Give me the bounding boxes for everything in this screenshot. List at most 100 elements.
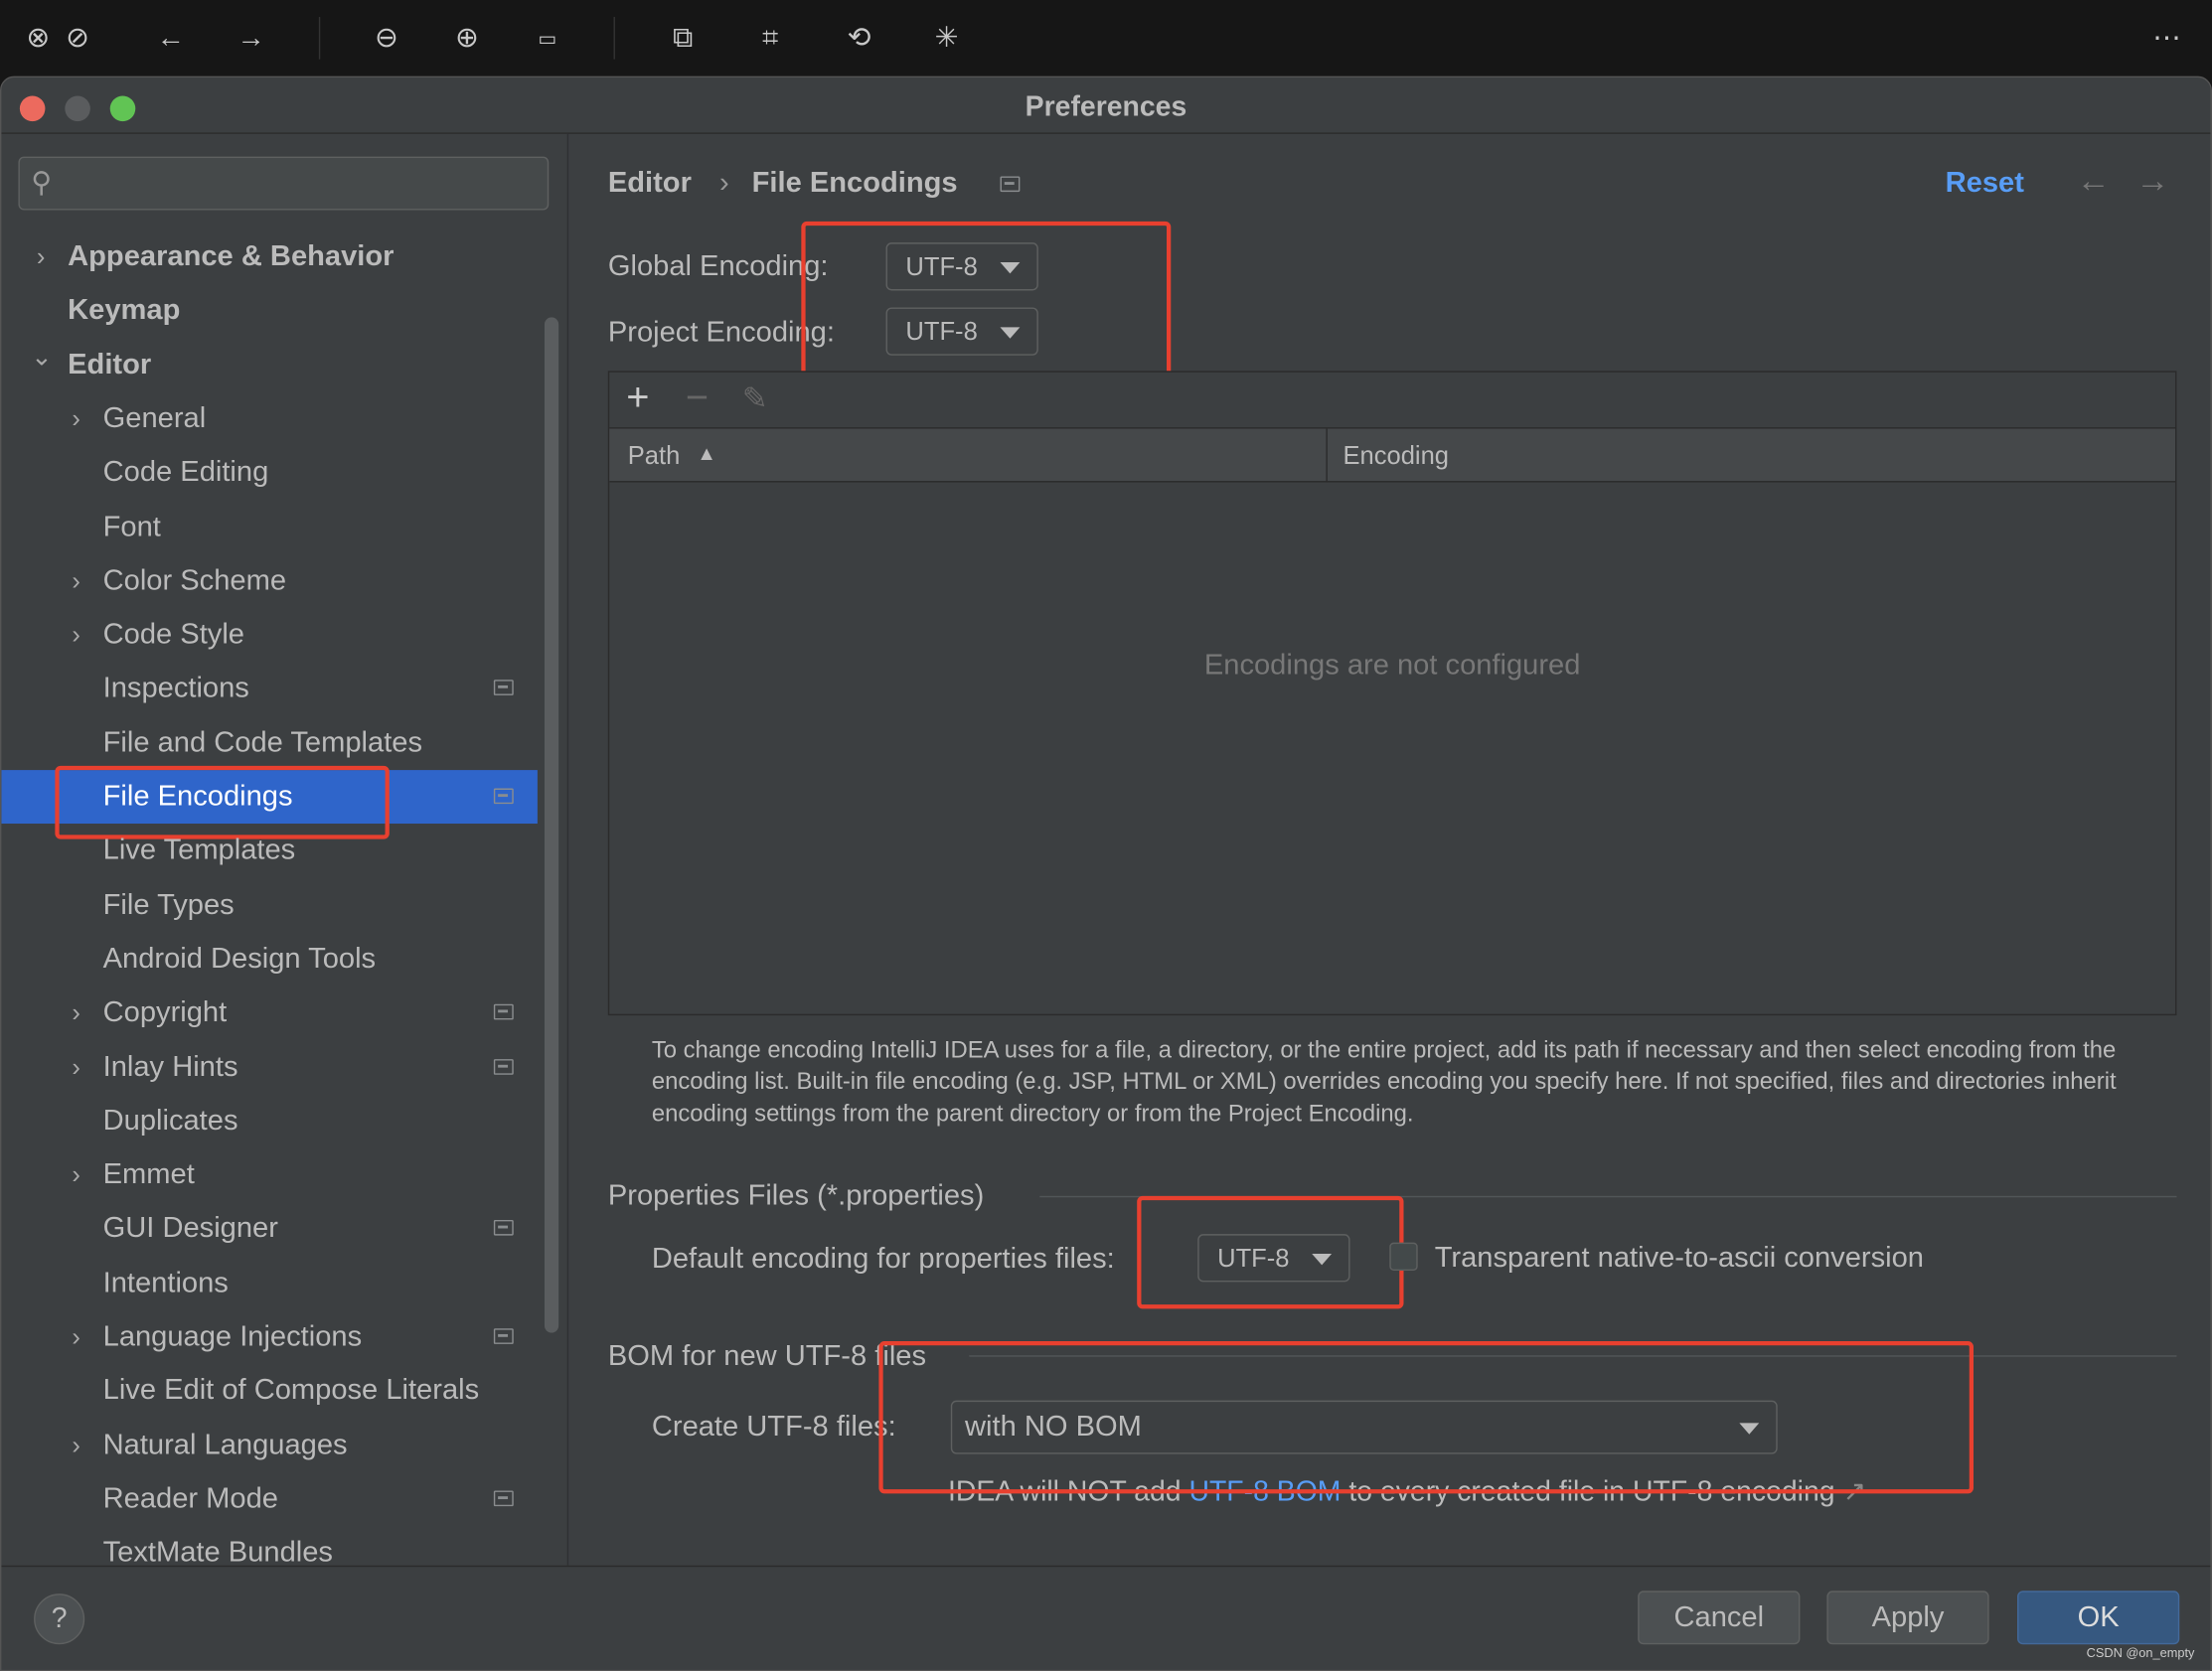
sidebar-item-label: Inspections <box>102 672 249 704</box>
sidebar-item-label: Appearance & Behavior <box>68 239 395 272</box>
sidebar-item-file-types[interactable]: File Types <box>1 878 537 932</box>
file-encodings-panel: Editor › File Encodings Reset ← → Global… <box>570 134 2211 1566</box>
search-input[interactable]: ⚲ <box>18 156 550 211</box>
create-utf8-label: Create UTF-8 files: <box>651 1410 896 1443</box>
translate-icon[interactable]: ⧉ <box>665 20 702 57</box>
sidebar-item-gui-designer[interactable]: GUI Designer <box>1 1202 537 1256</box>
window-title: Preferences <box>1025 91 1187 123</box>
project-scope-icon <box>493 1058 514 1075</box>
apply-button[interactable]: Apply <box>1826 1591 1989 1645</box>
chevron-right-icon[interactable]: › <box>67 554 86 608</box>
chevron-right-icon[interactable]: › <box>67 987 86 1040</box>
sidebar-item-language-injections[interactable]: › Language Injections <box>1 1310 537 1364</box>
sidebar-item-code-editing[interactable]: Code Editing <box>1 446 537 500</box>
sidebar-item-keymap[interactable]: Keymap <box>1 284 537 338</box>
chevron-right-icon[interactable]: › <box>67 608 86 662</box>
sidebar-item-inlay-hints[interactable]: › Inlay Hints <box>1 1040 537 1094</box>
transparent-conversion-label[interactable]: Transparent native-to-ascii conversion <box>1435 1241 1924 1275</box>
sidebar-item-intentions[interactable]: Intentions <box>1 1256 537 1309</box>
breadcrumb-editor[interactable]: Editor <box>608 167 692 201</box>
project-scope-icon <box>493 1328 514 1344</box>
sidebar-item-code-style[interactable]: › Code Style <box>1 608 537 662</box>
sidebar-item-label: File and Code Templates <box>102 725 423 759</box>
sidebar-item-live-edit-of-compose-literals[interactable]: Live Edit of Compose Literals <box>1 1364 537 1418</box>
global-encoding-label: Global Encoding: <box>607 249 829 282</box>
chevron-right-icon[interactable]: › <box>67 1419 86 1472</box>
search-icon: ⚲ <box>31 167 53 200</box>
chevron-right-icon[interactable]: › <box>67 1148 86 1202</box>
sidebar-item-label: Intentions <box>102 1266 229 1299</box>
remove-icon[interactable]: − <box>686 376 709 420</box>
table-header: Path ▲ Encoding <box>609 428 2176 483</box>
sidebar-item-duplicates[interactable]: Duplicates <box>1 1094 537 1147</box>
sidebar-item-label: Color Scheme <box>102 563 287 597</box>
sidebar-item-file-and-code-templates[interactable]: File and Code Templates <box>1 716 537 770</box>
sidebar-item-label: Keymap <box>68 293 181 327</box>
chevron-right-icon[interactable]: › <box>67 1310 86 1364</box>
transparent-conversion-checkbox[interactable] <box>1389 1242 1418 1272</box>
actual-size-icon[interactable]: ▭ <box>529 20 565 57</box>
sidebar-item-label: Emmet <box>102 1157 195 1191</box>
sidebar-item-label: General <box>102 401 207 435</box>
project-scope-icon <box>1000 176 1021 193</box>
zoom-out-icon[interactable]: ⊖ <box>369 20 405 57</box>
add-icon[interactable]: + <box>626 376 649 420</box>
sidebar-item-label: GUI Designer <box>102 1211 278 1245</box>
ok-button[interactable]: OK <box>2017 1591 2180 1645</box>
sidebar-item-live-templates[interactable]: Live Templates <box>1 824 537 877</box>
sidebar-item-label: Duplicates <box>102 1104 238 1137</box>
highlight-box <box>878 1341 1975 1494</box>
sidebar-item-font[interactable]: Font <box>1 500 537 553</box>
reset-link[interactable]: Reset <box>1946 167 2024 201</box>
edit-icon[interactable]: ✎ <box>742 380 768 417</box>
sidebar-item-label: Inlay Hints <box>102 1049 238 1083</box>
sidebar-item-inspections[interactable]: Inspections <box>1 662 537 715</box>
sidebar-item-label: File Types <box>102 887 235 921</box>
chevron-down-icon[interactable]: ⌄ <box>31 330 52 383</box>
forward-arrow-icon[interactable]: → <box>233 20 269 57</box>
project-scope-icon <box>493 1490 514 1506</box>
back-arrow-icon[interactable]: ← <box>152 20 189 57</box>
sidebar-item-editor[interactable]: ⌄ Editor <box>1 338 537 391</box>
more-icon[interactable]: ⋯ <box>2148 20 2185 57</box>
block-icon[interactable]: ⊘ <box>60 20 96 57</box>
sidebar-item-reader-mode[interactable]: Reader Mode <box>1 1472 537 1526</box>
project-scope-icon <box>493 1004 514 1020</box>
sidebar-item-appearance-behavior[interactable]: › Appearance & Behavior <box>1 229 537 283</box>
sidebar-item-label: Copyright <box>102 995 228 1029</box>
back-arrow-icon[interactable]: ← <box>2077 162 2111 202</box>
sidebar-item-color-scheme[interactable]: › Color Scheme <box>1 554 537 608</box>
sidebar-item-copyright[interactable]: › Copyright <box>1 987 537 1040</box>
close-circle-icon[interactable]: ⊗ <box>20 20 57 57</box>
sidebar-item-label: Reader Mode <box>102 1481 278 1515</box>
empty-table-text: Encodings are not configured <box>1203 649 1581 682</box>
cancel-button[interactable]: Cancel <box>1638 1591 1801 1645</box>
sidebar-item-android-design-tools[interactable]: Android Design Tools <box>1 932 537 986</box>
forward-arrow-icon[interactable]: → <box>2135 162 2169 202</box>
sidebar-item-label: Android Design Tools <box>102 942 377 975</box>
magic-wand-icon[interactable]: ✳ <box>928 20 965 57</box>
rotate-icon[interactable]: ⟲ <box>841 20 877 57</box>
project-scope-icon <box>493 1220 514 1237</box>
sidebar-item-label: Font <box>102 510 161 542</box>
sidebar-scrollbar[interactable] <box>544 317 559 1333</box>
column-encoding[interactable]: Encoding <box>1343 441 1449 471</box>
zoom-in-icon[interactable]: ⊕ <box>448 20 485 57</box>
chevron-right-icon[interactable]: › <box>31 229 51 283</box>
help-button[interactable]: ? <box>34 1594 85 1645</box>
scan-text-icon[interactable]: ⌗ <box>752 20 789 57</box>
sidebar-item-label: Editor <box>68 348 152 380</box>
sidebar-item-emmet[interactable]: › Emmet <box>1 1148 537 1202</box>
sidebar-item-general[interactable]: › General <box>1 391 537 445</box>
viewer-toolbar: ⊗ ⊘ ← → ⊖ ⊕ ▭ ⧉ ⌗ ⟲ ✳ ⋯ <box>0 0 2212 76</box>
title-bar: Preferences <box>1 77 2211 134</box>
watermark: CSDN @on_empty <box>2086 1645 2195 1660</box>
table-toolbar: + − ✎ <box>609 373 2176 429</box>
sidebar-item-natural-languages[interactable]: › Natural Languages <box>1 1419 537 1472</box>
chevron-right-icon[interactable]: › <box>67 391 86 445</box>
sidebar-item-label: Live Edit of Compose Literals <box>102 1374 480 1407</box>
sidebar-item-label: Natural Languages <box>102 1428 348 1461</box>
chevron-right-icon[interactable]: › <box>67 1040 86 1094</box>
encodings-table: + − ✎ Path ▲ Encoding Encodings are not … <box>607 371 2177 1016</box>
column-path[interactable]: Path <box>628 441 681 471</box>
